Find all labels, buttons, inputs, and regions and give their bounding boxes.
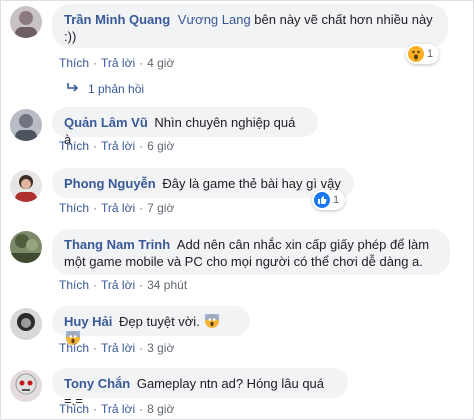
like-link[interactable]: Thích	[59, 201, 89, 215]
replies-count-label[interactable]: 1 phản hồi	[88, 82, 144, 96]
comment-text: Đẹp tuyệt vời.	[119, 314, 200, 329]
comment-author[interactable]: Trần Minh Quang	[64, 12, 170, 27]
comment-time[interactable]: 4 giờ	[147, 56, 174, 70]
avatar[interactable]	[10, 109, 42, 141]
comment-time[interactable]: 6 giờ	[147, 139, 174, 153]
comment-actions: Thích · Trả lời · 6 giờ	[59, 139, 175, 153]
like-reaction-icon	[314, 192, 330, 208]
comment-mention[interactable]: Vương Lang	[178, 12, 251, 27]
comment-bubble: Trần Minh Quang Vương Lang bên này vẽ ch…	[52, 4, 448, 48]
reply-link[interactable]: Trả lời	[101, 56, 135, 70]
reaction-badge[interactable]: 1	[406, 44, 440, 64]
like-link[interactable]: Thích	[59, 56, 89, 70]
comment-text: Đây là game thẻ bài hay gì vậy	[162, 176, 341, 191]
reply-arrow-icon	[66, 82, 80, 96]
like-link[interactable]: Thích	[59, 278, 89, 292]
like-link[interactable]: Thích	[59, 341, 89, 355]
comment-author[interactable]: Thang Nam Trinh	[64, 237, 170, 252]
avatar[interactable]	[10, 231, 42, 263]
comment-bubble: Thang Nam Trinh Add nên cân nhắc xin cấp…	[52, 229, 450, 275]
comment-author[interactable]: Tony Chắn	[64, 376, 130, 391]
comment-author[interactable]: Quản Lâm Vũ	[64, 115, 148, 130]
reaction-badge[interactable]: 1	[312, 190, 346, 210]
avatar[interactable]	[10, 170, 42, 202]
scream-emoji-icon	[205, 314, 220, 328]
comment-time[interactable]: 8 giờ	[147, 402, 174, 416]
comment-bubble: Tony Chắn Gameplay ntn ad? Hóng lâu quá …	[52, 368, 348, 408]
avatar[interactable]	[10, 308, 42, 340]
wow-reaction-icon	[408, 46, 424, 62]
reaction-count: 1	[333, 194, 340, 206]
comment-bubble: Huy Hải Đẹp tuyệt vời.	[52, 306, 250, 345]
view-replies-link[interactable]: 1 phản hồi	[66, 82, 144, 96]
comment-author[interactable]: Huy Hải	[64, 314, 112, 329]
comment-bubble: Phong Nguyễn Đây là game thẻ bài hay gì …	[52, 168, 354, 198]
comment-time[interactable]: 7 giờ	[147, 201, 174, 215]
reply-link[interactable]: Trả lời	[101, 201, 135, 215]
comment-actions: Thích · Trả lời · 34 phút	[59, 278, 188, 292]
reply-link[interactable]: Trả lời	[101, 139, 135, 153]
comment-actions: Thích · Trả lời · 4 giờ	[59, 56, 175, 70]
comment-actions: Thích · Trả lời · 8 giờ	[59, 402, 175, 416]
reaction-count: 1	[427, 48, 434, 60]
avatar[interactable]	[10, 6, 42, 38]
reply-link[interactable]: Trả lời	[101, 402, 135, 416]
comment-time[interactable]: 34 phút	[147, 278, 187, 292]
comment-time[interactable]: 3 giờ	[147, 341, 174, 355]
comment-actions: Thích · Trả lời · 7 giờ	[59, 201, 175, 215]
comment-bubble: Quản Lâm Vũ Nhìn chuyên nghiệp quá à	[52, 107, 318, 147]
like-link[interactable]: Thích	[59, 139, 89, 153]
comment-actions: Thích · Trả lời · 3 giờ	[59, 341, 175, 355]
reply-link[interactable]: Trả lời	[101, 278, 135, 292]
comment-author[interactable]: Phong Nguyễn	[64, 176, 156, 191]
reply-link[interactable]: Trả lời	[101, 341, 135, 355]
avatar[interactable]	[10, 370, 42, 402]
like-link[interactable]: Thích	[59, 402, 89, 416]
